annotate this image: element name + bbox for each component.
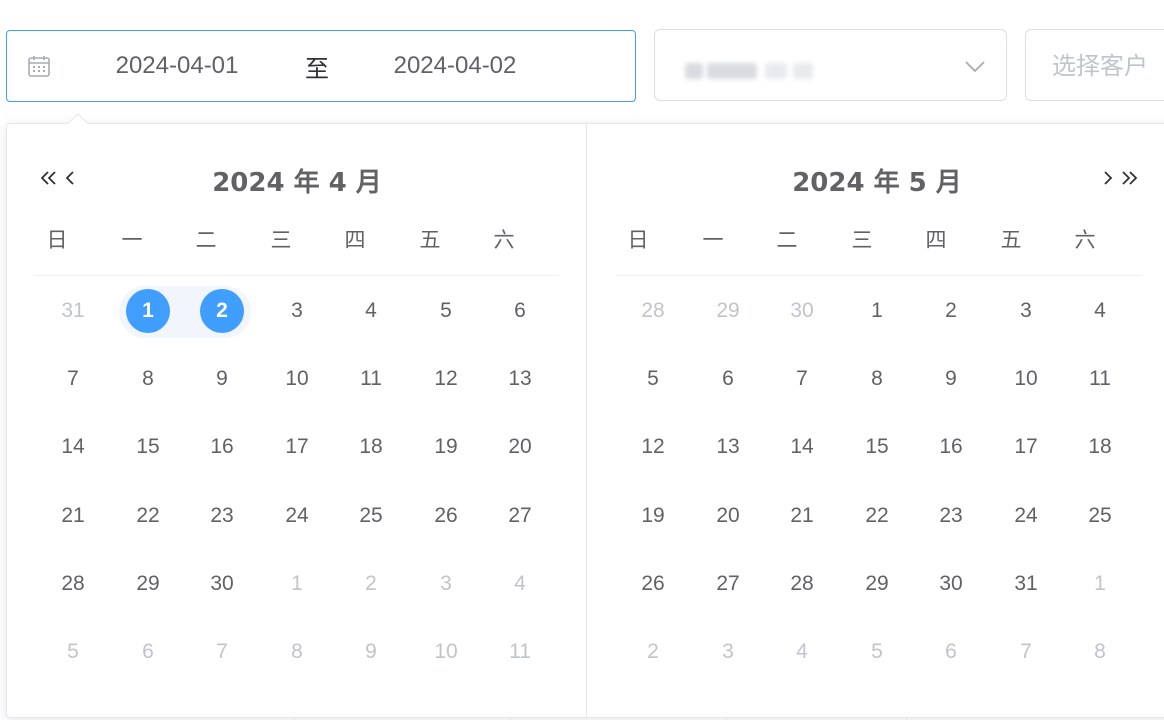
day-cell[interactable]: 24 bbox=[272, 494, 322, 538]
start-date-input[interactable] bbox=[77, 47, 277, 85]
day-cell[interactable]: 23 bbox=[926, 494, 976, 538]
day-cell[interactable]: 29 bbox=[123, 562, 173, 606]
filter-select[interactable] bbox=[654, 29, 1007, 101]
day-cell[interactable]: 20 bbox=[495, 425, 545, 469]
day-cell[interactable]: 28 bbox=[777, 562, 827, 606]
calendar-panel-right: 2024 年 5 月 日一二三四五六 28 29 30 1 2 3 4 5 6 7 8 9 10 11 12… bbox=[587, 124, 1147, 717]
day-cell[interactable]: 8 bbox=[123, 357, 173, 401]
day-cell[interactable]: 7 bbox=[48, 357, 98, 401]
day-cell[interactable]: 2 bbox=[628, 630, 678, 674]
day-grid: 28 29 30 1 2 3 4 5 6 7 8 9 10 11 12 13 14 15 16 17 18 19 20 21 2… bbox=[587, 124, 1147, 717]
day-cell[interactable]: 7 bbox=[1001, 630, 1051, 674]
day-cell[interactable]: 9 bbox=[346, 630, 396, 674]
day-cell[interactable]: 24 bbox=[1001, 494, 1051, 538]
day-cell[interactable]: 6 bbox=[123, 630, 173, 674]
day-cell[interactable]: 1 bbox=[1075, 562, 1125, 606]
date-range-popover: 2024 年 4 月 日一二三四五六 31 1 2 3 4 5 6 7 8 9 10 11 12 13 14… bbox=[6, 113, 1164, 718]
day-cell[interactable]: 29 bbox=[852, 562, 902, 606]
day-cell[interactable]: 30 bbox=[926, 562, 976, 606]
day-cell[interactable]: 7 bbox=[197, 630, 247, 674]
day-cell[interactable]: 5 bbox=[48, 630, 98, 674]
day-cell[interactable]: 5 bbox=[852, 630, 902, 674]
day-cell[interactable]: 21 bbox=[48, 494, 98, 538]
day-cell[interactable]: 7 bbox=[777, 357, 827, 401]
day-cell[interactable]: 15 bbox=[852, 425, 902, 469]
day-cell[interactable]: 20 bbox=[703, 494, 753, 538]
day-cell[interactable]: 16 bbox=[197, 425, 247, 469]
day-cell[interactable]: 4 bbox=[495, 562, 545, 606]
day-cell[interactable]: 17 bbox=[272, 425, 322, 469]
day-cell[interactable]: 8 bbox=[272, 630, 322, 674]
day-cell[interactable]: 29 bbox=[703, 289, 753, 333]
chevron-down-icon bbox=[964, 56, 986, 76]
day-cell[interactable]: 19 bbox=[421, 425, 471, 469]
day-cell[interactable]: 11 bbox=[346, 357, 396, 401]
day-cell[interactable]: 3 bbox=[421, 562, 471, 606]
day-cell[interactable]: 4 bbox=[346, 289, 396, 333]
day-cell[interactable]: 3 bbox=[703, 630, 753, 674]
day-cell[interactable]: 1 bbox=[272, 562, 322, 606]
day-cell[interactable]: 30 bbox=[777, 289, 827, 333]
day-cell[interactable]: 22 bbox=[123, 494, 173, 538]
selected-day-cell[interactable]: 1 bbox=[123, 289, 173, 333]
day-cell[interactable]: 11 bbox=[495, 630, 545, 674]
day-cell[interactable]: 1 bbox=[852, 289, 902, 333]
range-separator: 至 bbox=[305, 55, 329, 83]
day-cell[interactable]: 17 bbox=[1001, 425, 1051, 469]
day-cell[interactable]: 5 bbox=[421, 289, 471, 333]
day-cell[interactable]: 12 bbox=[421, 357, 471, 401]
calendar-panel-left: 2024 年 4 月 日一二三四五六 31 1 2 3 4 5 6 7 8 9 10 11 12 13 14… bbox=[7, 124, 567, 717]
day-cell[interactable]: 18 bbox=[346, 425, 396, 469]
day-cell[interactable]: 26 bbox=[421, 494, 471, 538]
day-cell[interactable]: 2 bbox=[926, 289, 976, 333]
day-cell[interactable]: 6 bbox=[703, 357, 753, 401]
customer-select[interactable] bbox=[1025, 29, 1164, 101]
day-cell[interactable]: 28 bbox=[48, 562, 98, 606]
day-cell[interactable]: 13 bbox=[703, 425, 753, 469]
day-cell[interactable]: 26 bbox=[628, 562, 678, 606]
day-cell[interactable]: 11 bbox=[1075, 357, 1125, 401]
day-cell[interactable]: 12 bbox=[628, 425, 678, 469]
day-cell[interactable]: 28 bbox=[628, 289, 678, 333]
day-cell[interactable]: 27 bbox=[703, 562, 753, 606]
day-cell[interactable]: 6 bbox=[926, 630, 976, 674]
day-cell[interactable]: 30 bbox=[197, 562, 247, 606]
end-date-input[interactable] bbox=[355, 47, 555, 85]
day-cell[interactable]: 25 bbox=[346, 494, 396, 538]
day-cell[interactable]: 3 bbox=[1001, 289, 1051, 333]
day-cell[interactable]: 13 bbox=[495, 357, 545, 401]
day-cell[interactable]: 6 bbox=[495, 289, 545, 333]
day-cell[interactable]: 5 bbox=[628, 357, 678, 401]
day-cell[interactable]: 25 bbox=[1075, 494, 1125, 538]
day-cell[interactable]: 15 bbox=[123, 425, 173, 469]
day-cell[interactable]: 22 bbox=[852, 494, 902, 538]
date-range-picker[interactable]: 至 bbox=[6, 30, 636, 102]
day-cell[interactable]: 10 bbox=[1001, 357, 1051, 401]
day-cell[interactable]: 31 bbox=[48, 289, 98, 333]
day-cell[interactable]: 10 bbox=[421, 630, 471, 674]
calendar-icon bbox=[27, 54, 51, 78]
redacted-selected-value bbox=[685, 61, 815, 81]
day-cell[interactable]: 16 bbox=[926, 425, 976, 469]
day-cell[interactable]: 2 bbox=[346, 562, 396, 606]
day-cell[interactable]: 3 bbox=[272, 289, 322, 333]
day-cell[interactable]: 18 bbox=[1075, 425, 1125, 469]
day-cell[interactable]: 8 bbox=[1075, 630, 1125, 674]
day-cell[interactable]: 8 bbox=[852, 357, 902, 401]
day-cell[interactable]: 21 bbox=[777, 494, 827, 538]
day-cell[interactable]: 10 bbox=[272, 357, 322, 401]
day-cell[interactable]: 27 bbox=[495, 494, 545, 538]
day-cell[interactable]: 23 bbox=[197, 494, 247, 538]
day-cell[interactable]: 4 bbox=[1075, 289, 1125, 333]
day-cell[interactable]: 31 bbox=[1001, 562, 1051, 606]
day-cell[interactable]: 14 bbox=[777, 425, 827, 469]
customer-input[interactable] bbox=[1052, 46, 1164, 86]
day-cell[interactable]: 19 bbox=[628, 494, 678, 538]
day-cell[interactable]: 9 bbox=[197, 357, 247, 401]
day-grid: 31 1 2 3 4 5 6 7 8 9 10 11 12 13 14 15 16 17 18 19 20 21 22 23 2… bbox=[7, 124, 567, 717]
day-cell[interactable]: 14 bbox=[48, 425, 98, 469]
day-cell[interactable]: 4 bbox=[777, 630, 827, 674]
day-cell[interactable]: 9 bbox=[926, 357, 976, 401]
selected-day-cell[interactable]: 2 bbox=[197, 289, 247, 333]
